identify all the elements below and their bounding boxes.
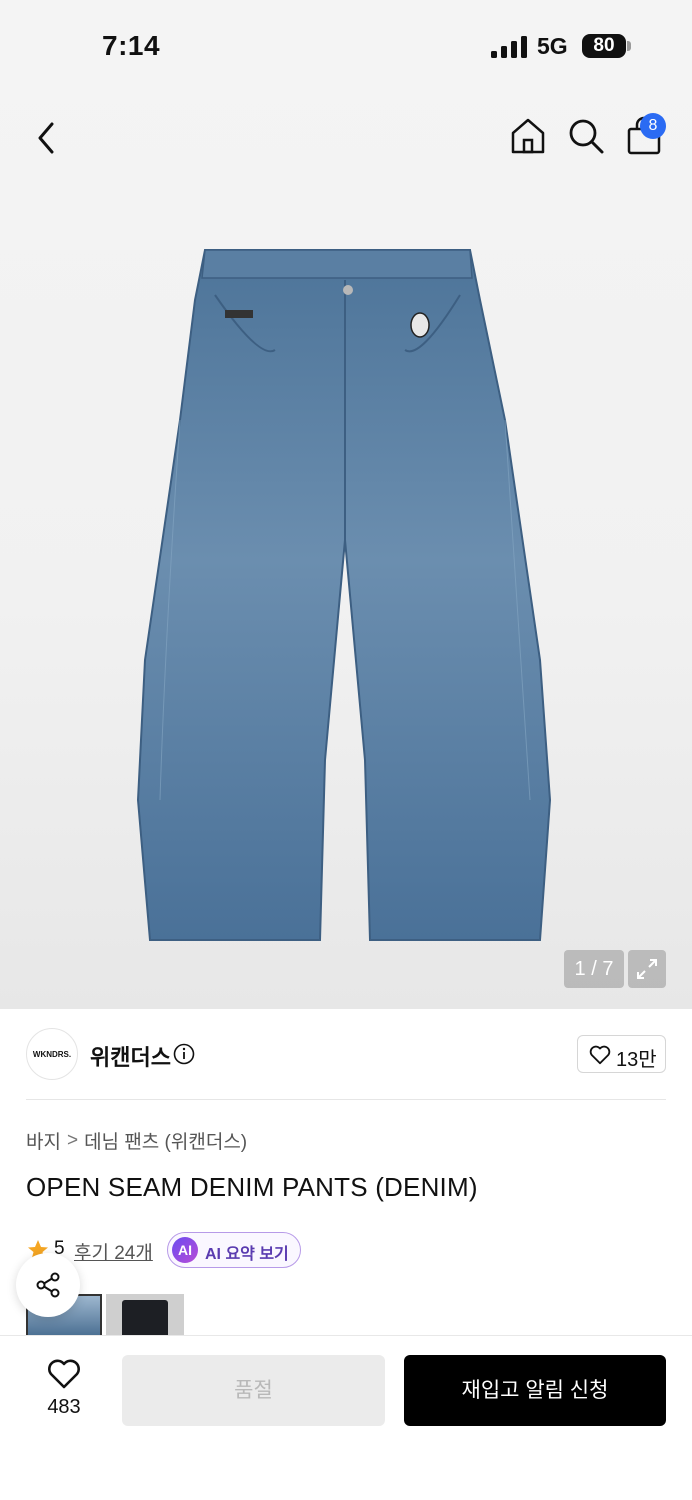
product-title: OPEN SEAM DENIM PANTS (DENIM) [26,1172,478,1202]
soldout-button: 품절 [122,1355,385,1426]
battery-tip [627,41,631,51]
cart-count-badge: 8 [640,113,666,139]
wishlist-count: 483 [47,1396,81,1418]
ai-summary-label: AI 요약 보기 [205,1246,289,1263]
brand-like-count: 13만 [616,1049,657,1071]
status-time: 7:14 [102,30,161,61]
chevron-right-icon: > [66,1129,79,1151]
share-button[interactable] [16,1253,80,1317]
product-image[interactable] [120,240,570,950]
brand-logo[interactable]: WKNDRS. [26,1028,78,1080]
breadcrumb: 바지 > 데님 팬츠 (위캔더스) [26,1127,247,1154]
share-icon [36,1272,60,1298]
brand-like-button[interactable]: 13만 [577,1035,666,1073]
expand-icon[interactable] [628,950,666,988]
heart-icon [589,1045,611,1065]
wishlist-heart-icon[interactable] [47,1358,81,1390]
image-pager: 1 / 7 [564,950,624,988]
divider [26,1099,666,1100]
review-link[interactable]: 후기 24개 [74,1238,153,1265]
back-icon[interactable] [32,118,64,158]
breadcrumb-subcategory[interactable]: 데님 팬츠 (위캔더스) [84,1127,247,1154]
breadcrumb-category[interactable]: 바지 [26,1127,61,1154]
search-icon[interactable] [566,116,606,156]
info-icon[interactable] [173,1043,195,1065]
ai-icon: AI [172,1237,198,1263]
thumb-image [122,1300,168,1338]
brand-name[interactable]: 위캔더스 [90,1040,171,1072]
restock-alert-button[interactable]: 재입고 알림 신청 [404,1355,666,1426]
signal-icon [491,36,527,58]
home-icon[interactable] [508,116,548,156]
battery-icon: 80 [582,34,626,58]
network-label: 5G [537,33,568,59]
color-option-black[interactable] [106,1294,184,1338]
ai-summary-button[interactable]: AI AI 요약 보기 [167,1232,301,1268]
